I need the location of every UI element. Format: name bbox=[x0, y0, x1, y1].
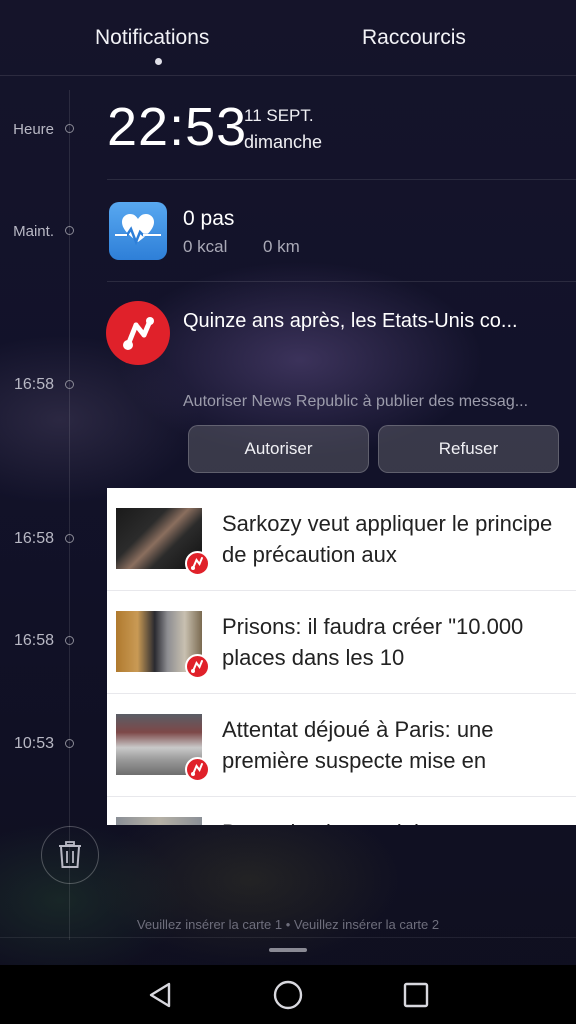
timeline-dot bbox=[65, 636, 74, 645]
recent-square-icon bbox=[403, 982, 429, 1007]
timeline-time: 16:58 bbox=[13, 376, 54, 393]
clock-date: 11 SEPT. bbox=[244, 106, 314, 125]
divider bbox=[0, 937, 576, 938]
tab-shortcuts[interactable]: Raccourcis bbox=[362, 26, 466, 50]
clock-time: 22:53 bbox=[107, 97, 248, 157]
tab-notifications[interactable]: Notifications bbox=[95, 26, 209, 50]
refuse-button[interactable]: Refuser bbox=[378, 425, 559, 473]
news-notification-title[interactable]: Quinze ans après, les Etats-Unis co... bbox=[183, 310, 518, 333]
clock-widget: 22:53 11 SEPT. dimanche bbox=[107, 97, 322, 157]
timeline-line bbox=[69, 90, 70, 940]
news-item[interactable]: Sarkozy veut appliquer le principe de pr… bbox=[107, 488, 576, 591]
news-item-text: Dans ci ouly nas duh sas avent bbox=[222, 817, 562, 825]
distance: 0 km bbox=[263, 237, 300, 256]
news-list-panel: Sarkozy veut appliquer le principe de pr… bbox=[107, 488, 576, 825]
news-republic-badge-icon bbox=[185, 551, 210, 576]
drawer-handle[interactable] bbox=[269, 948, 307, 952]
news-item-text: Attentat déjoué à Paris: une première su… bbox=[222, 717, 494, 773]
news-item[interactable]: Dans ci ouly nas duh sas avent bbox=[107, 797, 576, 825]
navigation-bar bbox=[0, 965, 576, 1024]
clock-day: dimanche bbox=[244, 132, 323, 152]
timeline-time: 16:58 bbox=[13, 632, 54, 649]
news-thumbnail bbox=[116, 817, 202, 825]
calories: 0 kcal bbox=[183, 237, 228, 256]
timeline-dot bbox=[65, 124, 74, 133]
permission-message: Autoriser News Republic à publier des me… bbox=[183, 393, 529, 410]
timeline-time: 10:53 bbox=[13, 735, 54, 752]
divider bbox=[107, 179, 576, 180]
home-circle-icon bbox=[273, 980, 303, 1009]
heart-pulse-icon[interactable] bbox=[109, 202, 167, 260]
news-republic-icon[interactable] bbox=[106, 301, 170, 365]
timeline-time: 16:58 bbox=[13, 530, 54, 547]
trash-icon bbox=[59, 841, 81, 868]
news-item[interactable]: Attentat déjoué à Paris: une première su… bbox=[107, 694, 576, 797]
news-item-text: Prisons: il faudra créer "10.000 places … bbox=[222, 614, 524, 670]
news-item[interactable]: Prisons: il faudra créer "10.000 places … bbox=[107, 591, 576, 694]
timeline-dot bbox=[65, 226, 74, 235]
allow-button[interactable]: Autoriser bbox=[188, 425, 369, 473]
timeline-dot bbox=[65, 534, 74, 543]
timeline-dot bbox=[65, 380, 74, 389]
active-tab-indicator bbox=[155, 58, 162, 65]
back-triangle-icon bbox=[149, 982, 171, 1007]
sim-status-text: Veuillez insérer la carte 1 • Veuillez i… bbox=[136, 917, 440, 932]
recent-apps-button[interactable] bbox=[371, 965, 461, 1024]
step-count: 0 pas bbox=[183, 207, 235, 230]
timeline-label-maint: Maint. bbox=[13, 223, 54, 240]
notification-tabs: Notifications Raccourcis bbox=[0, 0, 576, 76]
back-button[interactable] bbox=[115, 965, 205, 1024]
news-republic-badge-icon bbox=[185, 757, 210, 782]
timeline-label-heure: Heure bbox=[13, 121, 54, 138]
news-republic-badge-icon bbox=[185, 654, 210, 679]
news-item-text: Sarkozy veut appliquer le principe de pr… bbox=[222, 511, 553, 567]
timeline-dot bbox=[65, 739, 74, 748]
home-button[interactable] bbox=[243, 965, 333, 1024]
divider bbox=[107, 281, 576, 282]
clear-all-button[interactable] bbox=[41, 826, 99, 884]
